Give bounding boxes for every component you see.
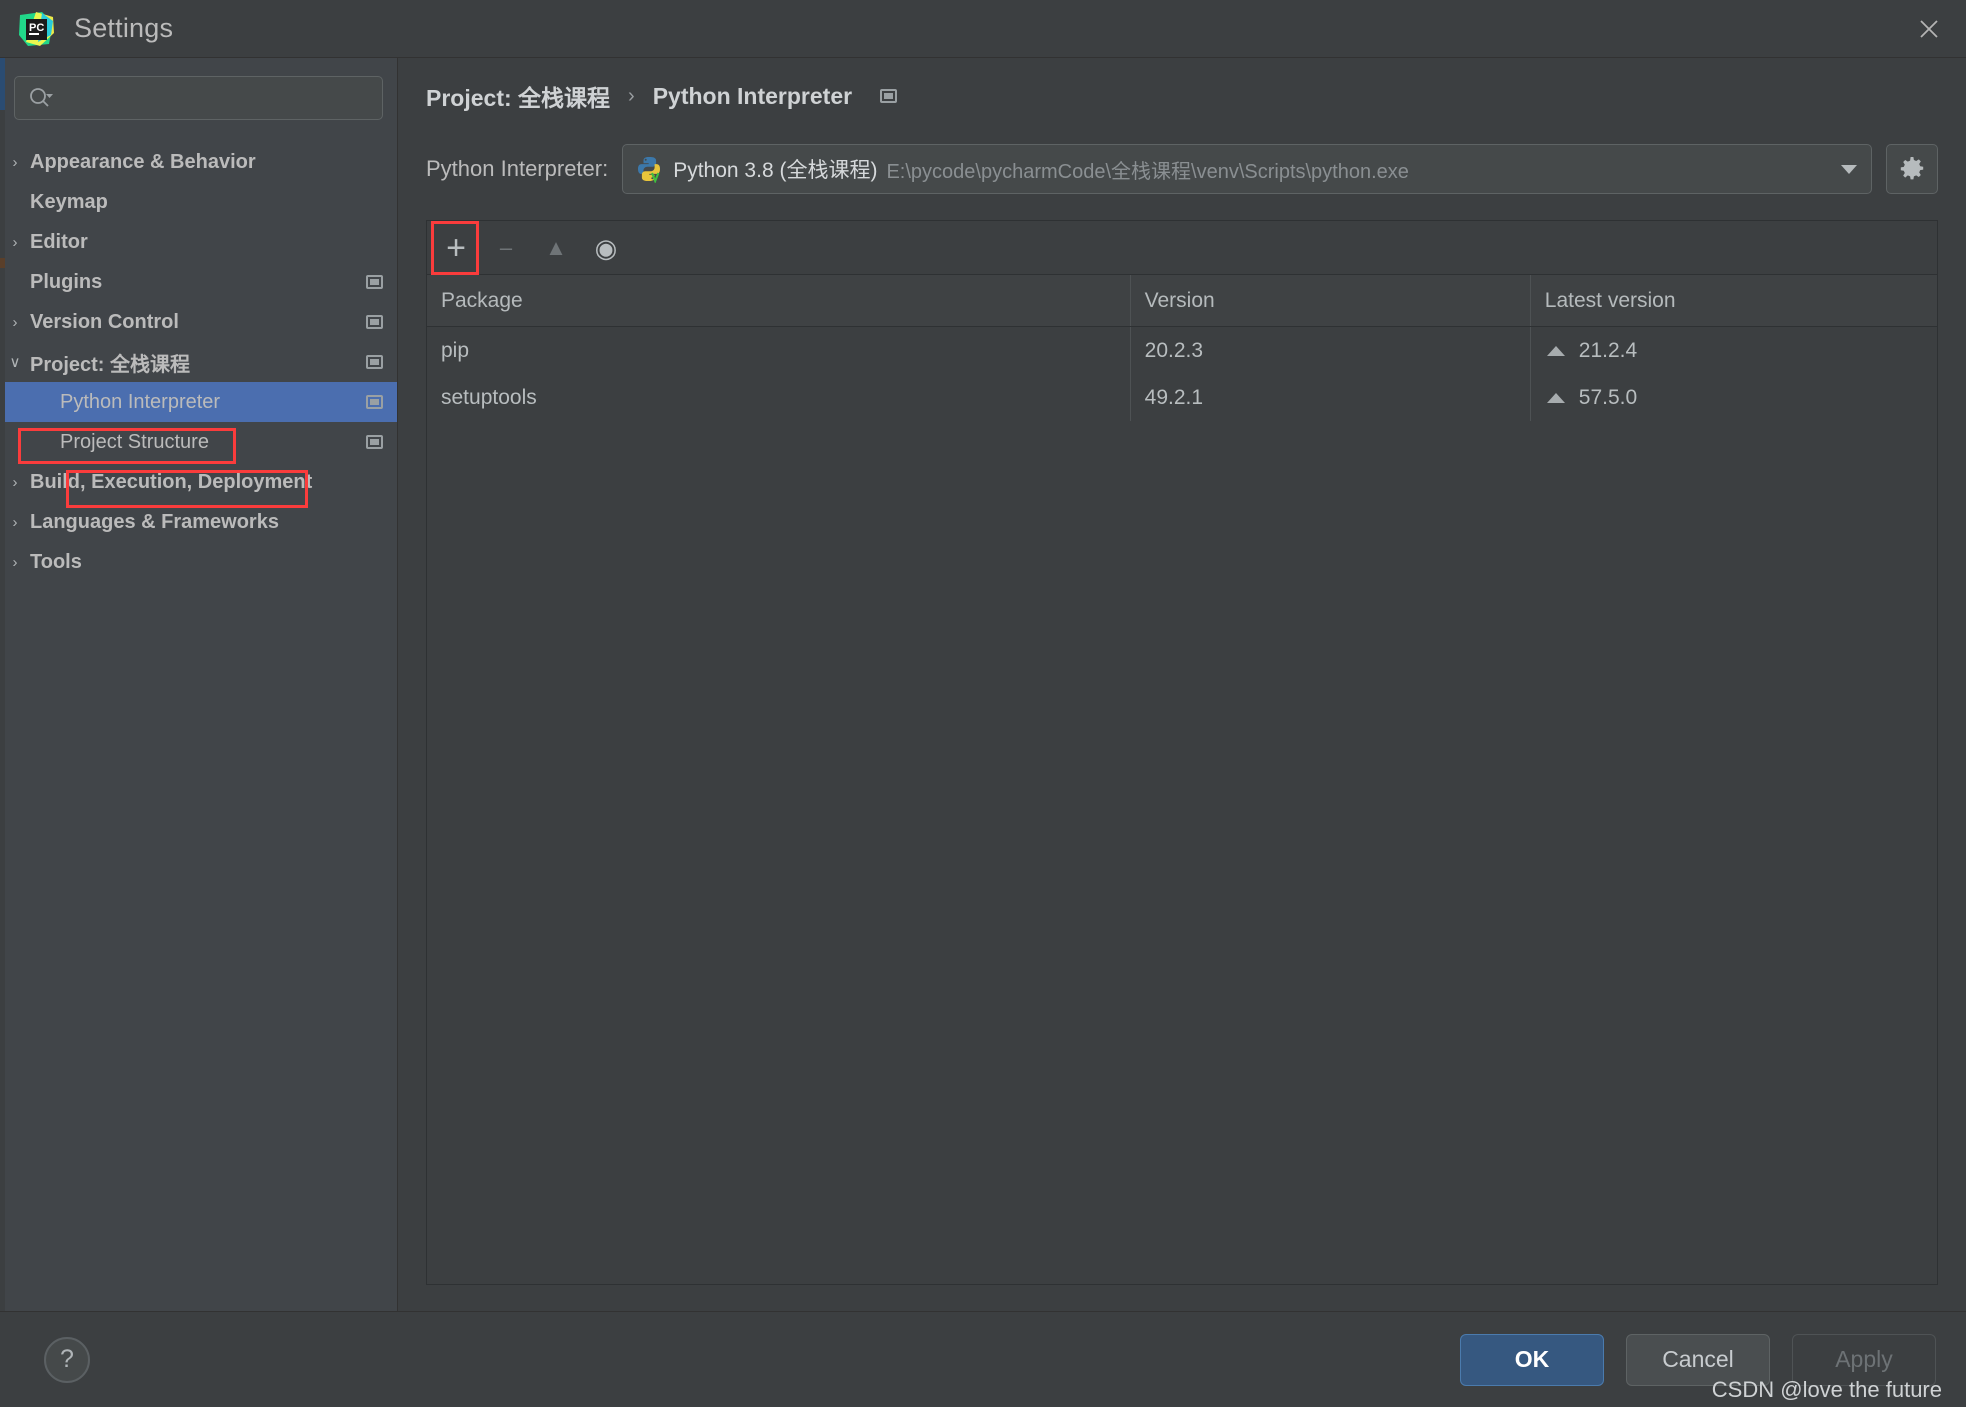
search-icon [29, 87, 55, 109]
column-header-version[interactable]: Version [1131, 275, 1531, 326]
sidebar-item-plugins[interactable]: Plugins [0, 262, 397, 302]
interpreter-name: Python 3.8 (全栈课程) [673, 159, 878, 182]
packages-panel: + – ▲ ◉ Package Version Latest version pip 2… [426, 220, 1938, 1285]
svg-text:PC: PC [29, 22, 44, 34]
package-latest-version-cell: 21.2.4 [1531, 327, 1937, 374]
ok-button[interactable]: OK [1460, 1333, 1604, 1386]
search-wrapper [0, 76, 397, 120]
package-name-cell: setuptools [427, 374, 1131, 421]
help-button[interactable]: ? [44, 1336, 90, 1383]
chevron-down-icon[interactable] [1825, 162, 1859, 176]
settings-badge-icon [366, 435, 383, 449]
sidebar-item-editor[interactable]: › Editor [0, 222, 397, 262]
packages-table-body: pip 20.2.3 21.2.4 setuptools 49.2.1 57.5.0 [427, 327, 1937, 1284]
settings-main-panel: Project: 全栈课程 › Python Interpreter Pytho… [398, 58, 1966, 1311]
sidebar-item-label: Plugins [30, 270, 103, 293]
sidebar-item-label: Keymap [30, 190, 108, 213]
interpreter-select[interactable]: Python 3.8 (全栈课程) E:\pycode\pycharmCode\… [622, 144, 1872, 194]
sidebar-item-project-structure[interactable]: Project Structure [0, 422, 397, 462]
title-bar: PC Settings [0, 0, 1966, 58]
packages-table-header: Package Version Latest version [427, 275, 1937, 327]
dialog-body: › Appearance & Behavior Keymap › Editor Plugi… [0, 58, 1966, 1311]
column-header-package[interactable]: Package [427, 275, 1131, 326]
package-version-cell: 20.2.3 [1131, 327, 1531, 374]
sidebar-item-python-interpreter[interactable]: Python Interpreter [0, 382, 397, 422]
eye-icon: ◉ [594, 232, 618, 263]
sidebar-item-project[interactable]: ∨ Project: 全栈课程 [0, 342, 397, 382]
window-edge-accent [0, 58, 5, 1311]
sidebar-item-label: Python Interpreter [60, 390, 221, 413]
settings-badge-icon [366, 275, 383, 289]
minus-icon: – [499, 234, 513, 260]
settings-badge-icon [366, 355, 383, 369]
project-badge-icon [880, 89, 898, 103]
package-version-cell: 49.2.1 [1131, 374, 1531, 421]
up-arrow-icon: ▲ [545, 234, 567, 260]
watermark: CSDN @love the future [1711, 1377, 1942, 1402]
search-box[interactable] [14, 76, 383, 120]
search-input[interactable] [55, 87, 382, 109]
breadcrumb: Project: 全栈课程 › Python Interpreter [426, 58, 1938, 116]
interpreter-row: Python Interpreter: Python 3.8 (全栈课程) E:… [426, 144, 1938, 194]
pycharm-logo-icon: PC [16, 9, 56, 49]
gear-icon[interactable] [1886, 144, 1938, 194]
plus-icon: + [446, 228, 466, 267]
packages-toolbar: + – ▲ ◉ [427, 221, 1937, 275]
package-row[interactable]: pip 20.2.3 21.2.4 [427, 327, 1937, 374]
settings-badge-icon [366, 395, 383, 409]
window-title: Settings [74, 13, 174, 43]
package-name-cell: pip [427, 327, 1131, 374]
sidebar-item-keymap[interactable]: Keymap [0, 182, 397, 222]
dialog-footer: ? OK Cancel Apply CSDN @love the future [0, 1311, 1966, 1407]
settings-dialog: PC Settings › Appearance & Behavior Keym… [0, 0, 1966, 1407]
sidebar-item-label: Appearance & Behavior [30, 150, 256, 173]
sidebar-item-label: Editor [30, 230, 88, 253]
upgrade-available-icon [1545, 343, 1567, 359]
sidebar-item-version-control[interactable]: › Version Control [0, 302, 397, 342]
close-icon[interactable] [1892, 0, 1966, 58]
sidebar-item-build-execution-deployment[interactable]: › Build, Execution, Deployment [0, 462, 397, 502]
sidebar-item-label: Tools [30, 550, 82, 573]
remove-package-button: – [481, 223, 531, 273]
sidebar-item-tools[interactable]: › Tools [0, 542, 397, 582]
package-latest-version-text: 57.5.0 [1578, 385, 1638, 409]
python-venv-icon [635, 155, 663, 184]
upgrade-available-icon [1545, 390, 1567, 406]
sidebar-item-label: Project Structure [60, 430, 209, 453]
upgrade-package-button: ▲ [531, 223, 581, 273]
breadcrumb-separator: › [628, 84, 635, 107]
sidebar-item-label: Languages & Frameworks [30, 510, 279, 533]
show-early-releases-button[interactable]: ◉ [581, 223, 631, 273]
breadcrumb-current: Python Interpreter [652, 82, 853, 109]
breadcrumb-root[interactable]: Project: 全栈课程 [426, 79, 610, 113]
settings-tree: › Appearance & Behavior Keymap › Editor Plugi… [0, 142, 397, 1311]
package-row[interactable]: setuptools 49.2.1 57.5.0 [427, 374, 1937, 421]
package-latest-version-cell: 57.5.0 [1531, 374, 1937, 421]
sidebar-item-languages-frameworks[interactable]: › Languages & Frameworks [0, 502, 397, 542]
interpreter-label: Python Interpreter: [426, 156, 609, 181]
settings-badge-icon [366, 315, 383, 329]
sidebar-item-label: Build, Execution, Deployment [30, 470, 313, 493]
settings-sidebar: › Appearance & Behavior Keymap › Editor Plugi… [0, 58, 398, 1311]
sidebar-item-label: Version Control [30, 310, 179, 333]
add-package-button[interactable]: + [431, 223, 481, 273]
sidebar-item-appearance-behavior[interactable]: › Appearance & Behavior [0, 142, 397, 182]
package-latest-version-text: 21.2.4 [1578, 338, 1638, 362]
sidebar-item-label: Project: 全栈课程 [30, 353, 191, 376]
interpreter-path: E:\pycode\pycharmCode\全栈课程\venv\Scripts\… [886, 160, 1409, 183]
column-header-latest-version[interactable]: Latest version [1531, 275, 1937, 326]
